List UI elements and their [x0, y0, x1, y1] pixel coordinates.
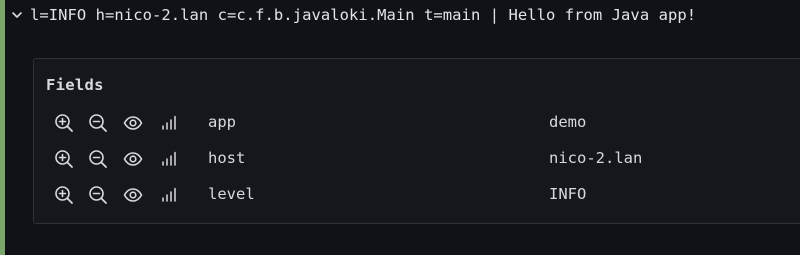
zoom-in-icon[interactable]	[54, 149, 74, 169]
field-value: demo	[549, 113, 587, 131]
signal-bars-icon[interactable]	[159, 113, 179, 133]
field-value: nico-2.lan	[549, 149, 643, 167]
eye-icon[interactable]	[123, 185, 143, 205]
zoom-out-icon[interactable]	[88, 185, 108, 205]
log-level-accent-bar	[0, 0, 5, 255]
eye-icon[interactable]	[123, 113, 143, 133]
signal-bars-icon[interactable]	[159, 185, 179, 205]
field-key: level	[208, 185, 255, 203]
field-row-level: level INFO	[34, 177, 794, 213]
eye-icon[interactable]	[123, 149, 143, 169]
field-row-app: app demo	[34, 105, 794, 141]
chevron-down-icon[interactable]	[11, 9, 23, 21]
field-key: app	[208, 113, 236, 131]
field-row-host: host nico-2.lan	[34, 141, 794, 177]
zoom-out-icon[interactable]	[88, 149, 108, 169]
zoom-in-icon[interactable]	[54, 113, 74, 133]
log-line-text: l=INFO h=nico-2.lan c=c.f.b.javaloki.Mai…	[30, 6, 697, 24]
zoom-in-icon[interactable]	[54, 185, 74, 205]
field-key: host	[208, 149, 246, 167]
log-line-row[interactable]: l=INFO h=nico-2.lan c=c.f.b.javaloki.Mai…	[10, 0, 800, 30]
field-value: INFO	[549, 185, 587, 203]
fields-title: Fields	[46, 76, 104, 94]
fields-panel: Fields app demo host nico-2.lan level IN…	[33, 58, 800, 224]
signal-bars-icon[interactable]	[159, 149, 179, 169]
zoom-out-icon[interactable]	[88, 113, 108, 133]
